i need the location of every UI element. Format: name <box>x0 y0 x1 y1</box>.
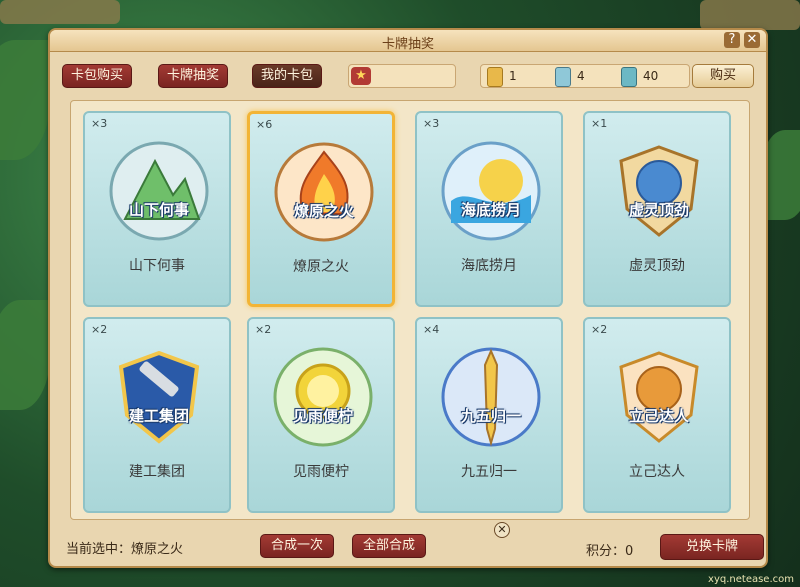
card-item[interactable]: ×6 燎原之火 燎原之火 <box>247 111 395 307</box>
card-lottery-window: 卡牌抽奖 ? ✕ 卡包购买 卡牌抽奖 我的卡包 ★ 1 4 40 购买 ×3 山… <box>48 28 768 568</box>
currency-value-blue: 4 <box>577 69 585 83</box>
card-count: ×2 <box>591 323 608 336</box>
card-count: ×3 <box>423 117 440 130</box>
card-item[interactable]: ×2 见雨便柠 见雨便柠 <box>247 317 395 513</box>
card-name: 建工集团 <box>129 464 185 480</box>
exchange-card-button[interactable]: 兑换卡牌 <box>660 534 764 560</box>
score: 积分：0 <box>586 540 633 559</box>
current-selection: 当前选中：燎原之火 <box>66 538 183 557</box>
window-title: 卡牌抽奖 <box>381 37 434 52</box>
fist-emblem-icon: 立己达人 <box>607 345 711 449</box>
card-emblem-text: 建工集团 <box>128 407 189 425</box>
card-name: 立己达人 <box>629 464 685 480</box>
card-name: 见雨便柠 <box>293 464 349 480</box>
card-name: 燎原之火 <box>293 259 349 275</box>
card-count: ×2 <box>91 323 108 336</box>
card-emblem-text: 立己达人 <box>628 407 689 425</box>
current-selection-label: 当前选中： <box>66 542 132 557</box>
merge-all-button[interactable]: 全部合成 <box>352 534 427 558</box>
background-leaf <box>0 300 50 410</box>
card-emblem-text: 海底捞月 <box>460 201 521 219</box>
buy-button[interactable]: 购买 <box>692 64 754 88</box>
current-selection-value: 燎原之火 <box>131 542 184 557</box>
card-name: 山下何事 <box>129 258 185 274</box>
card-item[interactable]: ×4 九五归一 九五归一 <box>415 317 563 513</box>
card-name: 海底捞月 <box>461 258 517 274</box>
star-progress-bar: ★ <box>348 64 456 88</box>
sword-emblem-icon: 九五归一 <box>439 345 543 449</box>
bottom-bar: 当前选中：燎原之火 合成一次 全部合成 ✕ 积分：0 兑换卡牌 <box>62 522 764 560</box>
background-leaf <box>0 40 50 160</box>
card-pack-gold-icon <box>487 67 503 87</box>
toolbar: 卡包购买 卡牌抽奖 我的卡包 ★ 1 4 40 购买 <box>62 64 754 90</box>
close-icon[interactable]: ✕ <box>494 522 510 538</box>
card-emblem-text: 山下何事 <box>128 201 189 219</box>
fire-emblem-icon: 燎原之火 <box>272 140 376 244</box>
merge-once-button[interactable]: 合成一次 <box>260 534 335 558</box>
shield-emblem-icon: 虚灵顶劲 <box>607 139 711 243</box>
tab-card-lottery[interactable]: 卡牌抽奖 <box>158 64 229 88</box>
lemon-emblem-icon: 见雨便柠 <box>271 345 375 449</box>
mountain-emblem-icon: 山下何事 <box>107 139 211 243</box>
title-bar: 卡牌抽奖 ? ✕ <box>50 30 766 52</box>
moon-wave-emblem-icon: 海底捞月 <box>439 139 543 243</box>
wrench-emblem-icon: 建工集团 <box>107 345 211 449</box>
card-emblem-text: 燎原之火 <box>293 202 354 220</box>
star-icon: ★ <box>351 67 371 85</box>
card-count: ×3 <box>91 117 108 130</box>
tab-card-pack-purchase[interactable]: 卡包购买 <box>62 64 133 88</box>
card-emblem-text: 九五归一 <box>460 407 521 425</box>
tab-my-card-pack[interactable]: 我的卡包 <box>252 64 323 88</box>
card-item[interactable]: ×1 虚灵顶劲 虚灵顶劲 <box>583 111 731 307</box>
background-stone <box>0 0 120 24</box>
card-emblem-text: 虚灵顶劲 <box>628 201 689 219</box>
card-item[interactable]: ×3 海底捞月 海底捞月 <box>415 111 563 307</box>
score-label: 积分： <box>586 544 626 559</box>
card-count: ×6 <box>256 118 273 131</box>
watermark: xyq.netease.com <box>708 574 794 585</box>
card-pack-teal-icon <box>621 67 637 87</box>
card-grid: ×3 山下何事 山下何事 ×6 燎原之火 燎原之火 ×3 海底捞月 海底捞月 ×… <box>70 100 750 520</box>
currency-value-gold: 1 <box>509 69 517 83</box>
currency-value-teal: 40 <box>643 69 659 83</box>
card-pack-blue-icon <box>555 67 571 87</box>
card-item[interactable]: ×2 建工集团 建工集团 <box>83 317 231 513</box>
card-count: ×2 <box>255 323 272 336</box>
card-item[interactable]: ×2 立己达人 立己达人 <box>583 317 731 513</box>
card-name: 九五归一 <box>461 464 517 480</box>
card-name: 虚灵顶劲 <box>629 258 685 274</box>
background-stone <box>700 0 800 30</box>
help-icon[interactable]: ? <box>724 32 740 48</box>
card-item[interactable]: ×3 山下何事 山下何事 <box>83 111 231 307</box>
score-value: 0 <box>625 544 634 559</box>
card-count: ×4 <box>423 323 440 336</box>
close-icon[interactable]: ✕ <box>744 32 760 48</box>
card-count: ×1 <box>591 117 608 130</box>
currency-strip: 1 4 40 <box>480 64 690 88</box>
card-emblem-text: 见雨便柠 <box>292 407 353 425</box>
